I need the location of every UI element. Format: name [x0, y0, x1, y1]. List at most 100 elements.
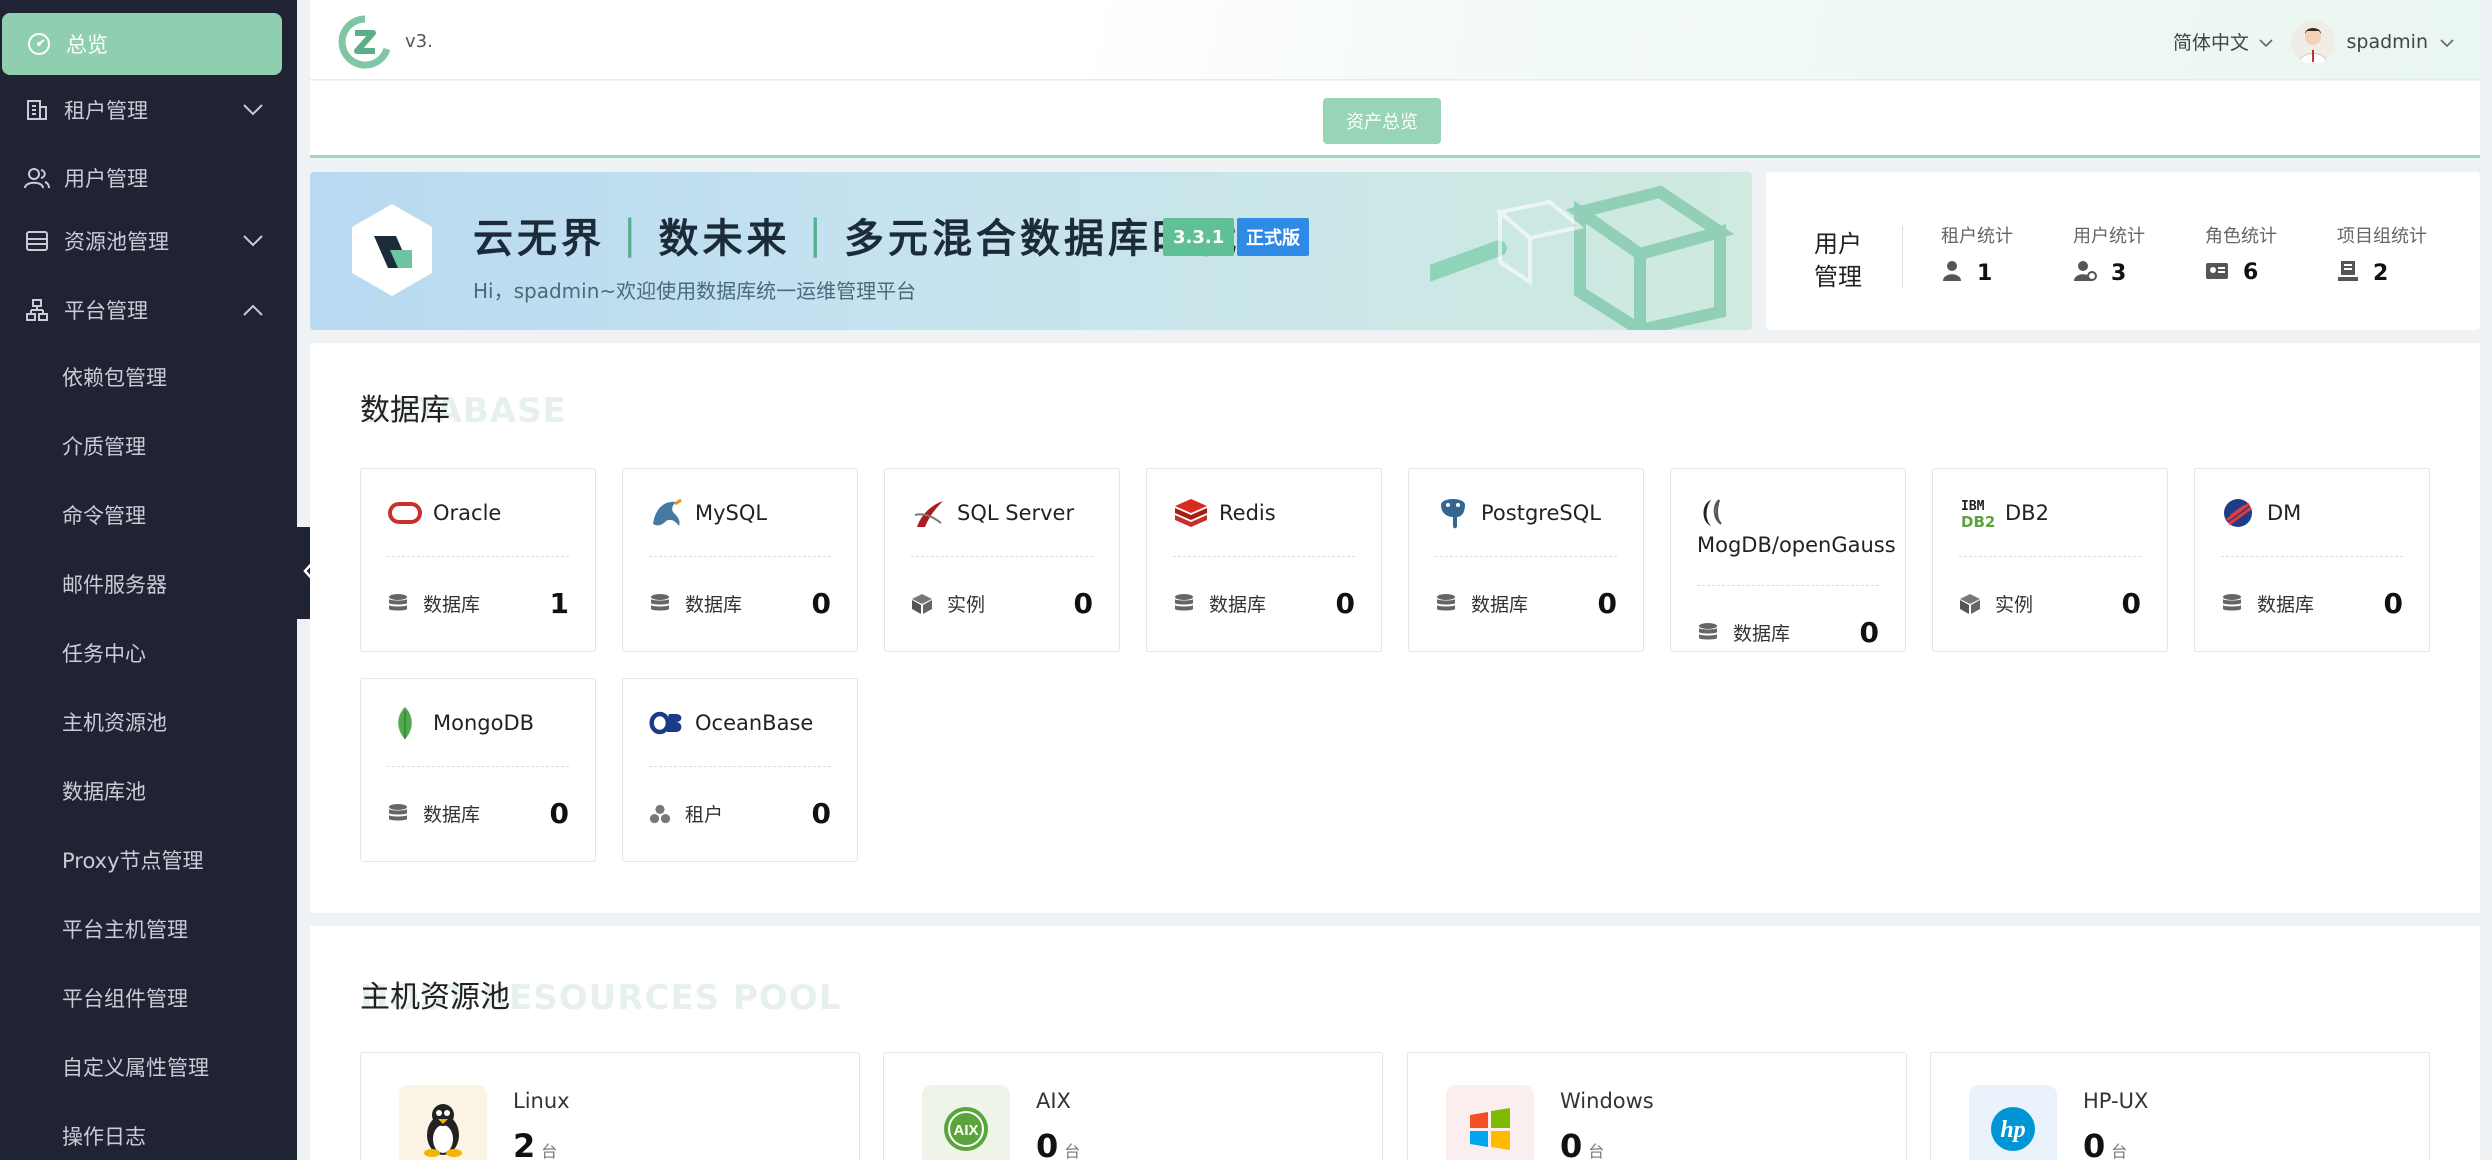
db-card-mysql[interactable]: MySQL 数据库 0: [622, 468, 858, 652]
sidebar-item-label: 平台管理: [64, 299, 148, 323]
asset-overview-bar: 资产总览: [310, 81, 2480, 158]
host-name: Windows: [1560, 1089, 1654, 1113]
release-badge: 正式版: [1237, 218, 1309, 256]
db-card-dm[interactable]: DM 数据库 0: [2194, 468, 2430, 652]
postgresql-icon: [1435, 495, 1471, 531]
host-card-hpux[interactable]: hp HP-UX 0台: [1930, 1052, 2430, 1160]
database-icon: [387, 593, 409, 615]
metric-label: 数据库: [1209, 594, 1267, 616]
sidebar-subitem-dependency[interactable]: 依赖包管理: [62, 357, 167, 397]
asset-overview-button[interactable]: 资产总览: [1323, 98, 1441, 144]
sidebar-item-resource-pool[interactable]: 资源池管理: [0, 211, 297, 271]
version-badge: 3.3.1: [1163, 218, 1235, 256]
db-card-mogdb[interactable]: MogDB/openGauss 数据库 0: [1670, 468, 1906, 652]
sidebar-subitem-platform-component[interactable]: 平台组件管理: [62, 978, 188, 1018]
svg-text:hp: hp: [2000, 1117, 2025, 1143]
database-icon: [649, 593, 671, 615]
host-card-linux[interactable]: Linux 2台: [360, 1052, 860, 1160]
db2-icon: IBM DB2: [1959, 495, 1995, 531]
stat-users[interactable]: 用户统计 3: [2073, 222, 2193, 286]
storage-icon: [24, 228, 50, 254]
host-count: 0台: [1560, 1127, 1604, 1160]
database-icon: [2221, 593, 2243, 615]
panel-title: 数据库: [360, 393, 450, 428]
host-card-aix[interactable]: AIX AIX 0台: [883, 1052, 1383, 1160]
sidebar-subitem-custom-attr[interactable]: 自定义属性管理: [62, 1047, 209, 1087]
sidebar-subitem-mail-server[interactable]: 邮件服务器: [62, 564, 167, 604]
chevron-down-icon: [233, 226, 273, 256]
sidebar-subitem-task-center[interactable]: 任务中心: [62, 633, 146, 673]
metric-label: 数据库: [1733, 623, 1791, 645]
host-count: 0台: [1036, 1127, 1080, 1160]
db-card-postgresql[interactable]: PostgreSQL 数据库 0: [1408, 468, 1644, 652]
metric-value: 0: [1597, 587, 1617, 620]
title-separator: |: [808, 212, 826, 258]
metric-label: 数据库: [2257, 594, 2315, 616]
app-logo[interactable]: [335, 15, 395, 69]
sidebar-item-label: 用户管理: [64, 167, 148, 191]
sidebar-subitem-operation-log[interactable]: 操作日志: [62, 1116, 146, 1156]
language-selector[interactable]: 简体中文: [2173, 28, 2273, 55]
stat-label: 租户统计: [1941, 226, 2013, 247]
sidebar-item-platform[interactable]: 平台管理: [0, 280, 297, 340]
sidebar-subitem-host-pool[interactable]: 主机资源池: [62, 702, 167, 742]
linux-icon: [399, 1085, 487, 1160]
db-card-oceanbase[interactable]: OceanBase 租户 0: [622, 678, 858, 862]
sidebar-subitem-media[interactable]: 介质管理: [62, 426, 146, 466]
db-card-sqlserver[interactable]: SQL Server 实例 0: [884, 468, 1120, 652]
stat-value: 2: [2373, 260, 2389, 286]
host-name: AIX: [1036, 1089, 1071, 1113]
metric-label: 数据库: [1471, 594, 1529, 616]
host-count-unit: 台: [541, 1142, 558, 1160]
card-divider: [1697, 585, 1879, 586]
sqlserver-icon: [911, 495, 947, 531]
oceanbase-icon: [649, 705, 685, 741]
sidebar-item-users[interactable]: 用户管理: [0, 148, 297, 208]
banner-title-part: 数未来: [658, 216, 791, 262]
sidebar-item-label: 租户管理: [64, 99, 148, 123]
product-logo: [350, 202, 434, 298]
card-divider: [911, 556, 1093, 557]
host-card-windows[interactable]: Windows 0台: [1407, 1052, 1907, 1160]
sidebar: 总览 租户管理 用户管理 资源池管理 平台管理 依赖包管理 介质管理 命令管理 …: [0, 0, 297, 1160]
sidebar-subitem-proxy[interactable]: Proxy节点管理: [62, 840, 204, 880]
sidebar-subitem-db-pool[interactable]: 数据库池: [62, 771, 146, 811]
sidebar-item-overview[interactable]: 总览: [2, 13, 282, 75]
card-divider: [387, 556, 569, 557]
stat-label: 用户统计: [2073, 226, 2145, 247]
stat-label: 项目组统计: [2337, 226, 2427, 247]
sidebar-subitem-platform-host[interactable]: 平台主机管理: [62, 909, 188, 949]
stats-title: 用户管理: [1814, 230, 1862, 291]
welcome-banner: 云无界 | 数未来 | 多元混合数据库时代 3.3.1 正式版 Hi，spadm…: [310, 172, 1752, 330]
metric-label: 实例: [947, 594, 986, 616]
sidebar-subitem-command[interactable]: 命令管理: [62, 495, 146, 535]
db-card-db2[interactable]: IBM DB2 DB2 实例 0: [1932, 468, 2168, 652]
host-name: HP-UX: [2083, 1089, 2149, 1113]
title-separator: |: [623, 212, 641, 258]
user-menu[interactable]: spadmin: [2290, 20, 2455, 64]
stat-tenants[interactable]: 租户统计 1: [1941, 222, 2061, 286]
db-card-redis[interactable]: Redis 数据库 0: [1146, 468, 1382, 652]
language-label: 简体中文: [2172, 32, 2249, 54]
db-card-mongodb[interactable]: MongoDB 数据库 0: [360, 678, 596, 862]
host-count: 2台: [513, 1127, 557, 1160]
username: spadmin: [2346, 31, 2429, 53]
redis-icon: [1173, 495, 1209, 531]
db-name: OceanBase: [695, 711, 814, 735]
chevron-down-icon: [233, 95, 273, 125]
metric-value: 0: [811, 587, 831, 620]
sidebar-item-tenant[interactable]: 租户管理: [0, 80, 297, 140]
card-divider: [649, 556, 831, 557]
database-icon: [387, 803, 409, 825]
chevron-up-icon: [233, 295, 273, 325]
aix-icon: AIX: [922, 1085, 1010, 1160]
stat-value: 3: [2111, 260, 2127, 286]
host-count-value: 0: [1560, 1127, 1583, 1160]
host-count-value: 0: [1036, 1127, 1059, 1160]
mongodb-icon: [387, 705, 423, 741]
stat-roles[interactable]: 角色统计 6: [2205, 222, 2325, 285]
db-card-oracle[interactable]: Oracle 数据库 1: [360, 468, 596, 652]
top-header: v3. 简体中文 spadmin: [310, 0, 2480, 80]
db-name: SQL Server: [957, 501, 1075, 525]
stat-projects[interactable]: 项目组统计 2: [2337, 222, 2457, 286]
